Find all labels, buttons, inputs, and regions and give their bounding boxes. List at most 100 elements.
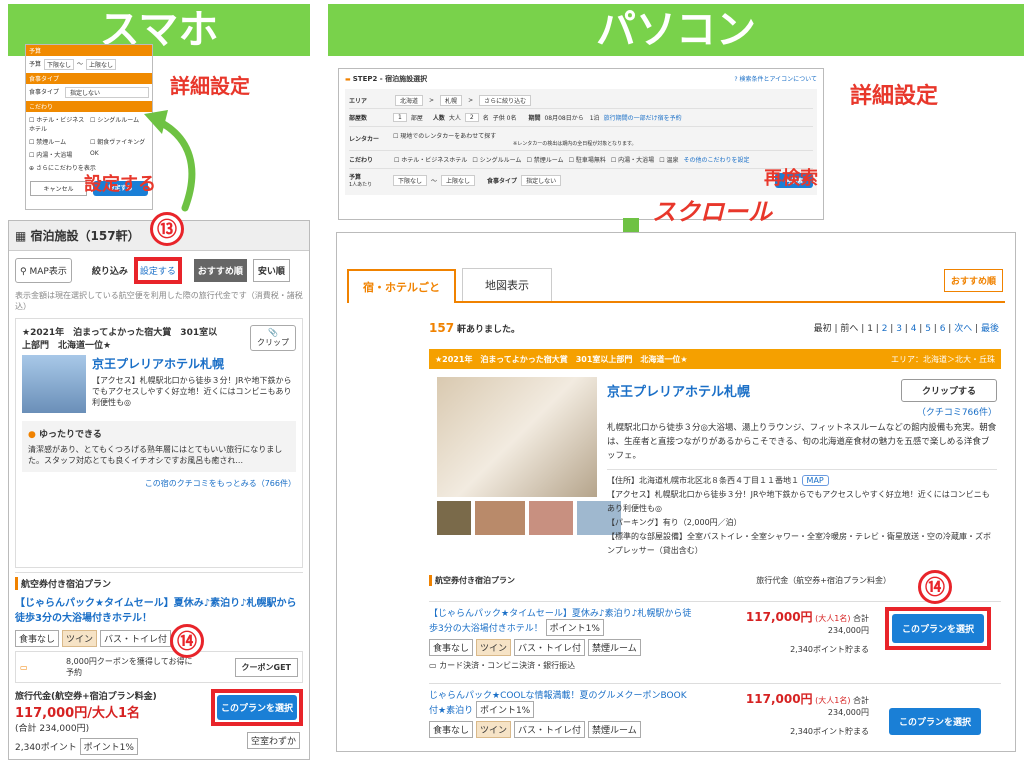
sort-recommended[interactable]: おすすめ順 [943, 269, 1003, 292]
area-select[interactable]: 札幌 [440, 95, 463, 106]
plan-per: (大人1名) [815, 696, 851, 705]
pager-last[interactable]: 最後 [981, 324, 999, 334]
pref-option[interactable]: ☐ 禁煙ルーム [29, 137, 88, 146]
step-14-badge-pc: ⑭ [918, 570, 952, 604]
sort-cheap[interactable]: 安い順 [252, 259, 290, 282]
adults-select[interactable]: 2 [464, 113, 479, 122]
rental-option-label: 現地でのレンタカーをあわせて探す [400, 132, 497, 140]
annot-scroll: スクロール [652, 198, 772, 226]
rooms-label: 部屋数 [349, 115, 368, 122]
pager-next[interactable]: 次へ [954, 324, 972, 334]
clip-button[interactable]: 📎 クリップ [250, 325, 296, 351]
tag: 食事なし [15, 630, 60, 647]
sort-recommended[interactable]: おすすめ順 [193, 259, 247, 282]
cancel-button[interactable]: キャンセル [30, 181, 87, 196]
hotel-thumbnails [437, 501, 621, 535]
pref-checkbox[interactable]: ☐ 温泉 [659, 155, 678, 164]
hotel-name-link[interactable]: 京王プレリアホテル札幌 [92, 355, 296, 372]
more-prefs-link[interactable]: その他のこだわりを設定 [684, 155, 750, 164]
rental-checkbox[interactable]: ☐ 現地でのレンタカーをあわせて探す [393, 133, 496, 140]
award-bar: ★2021年 泊まってよかった宿大賞 301室以上部門 北海道一位★ エリア：北… [429, 349, 1001, 369]
budget-max-select[interactable]: 上限なし [86, 59, 117, 70]
pager-page[interactable]: 5 [925, 324, 931, 334]
pref-option[interactable]: ☐ 内湯・大浴場 [29, 150, 88, 159]
clip-button[interactable]: クリップする [900, 379, 997, 402]
price-header: 旅行代金（航空券+宿泊プラン料金） [756, 576, 891, 585]
hotel-description: 札幌駅北口から徒歩３分◎大浴場、湯上りラウンジ、フィットネスルームなどの館内設備… [607, 423, 997, 461]
select-plan-button[interactable]: このプランを選択 [217, 695, 297, 720]
pref-checkbox-label: 内湯・大浴場 [618, 157, 655, 164]
budget-min-select[interactable]: 下限なし [393, 174, 428, 186]
pref-checkbox-label: ホテル・ビジネスホテル [401, 157, 468, 164]
pref-checkbox-label: シングルルーム [479, 157, 522, 164]
map-button-label: MAP表示 [29, 267, 67, 277]
hotel-description: 【アクセス】札幌駅北口から徒歩３分！JRや地下鉄からでもアクセスしやすく好立地！… [92, 376, 292, 407]
tab-hotel[interactable]: 宿・ホテルごと [347, 269, 456, 303]
map-button[interactable]: MAP [801, 475, 829, 486]
pager-page[interactable]: 6 [940, 324, 946, 334]
map-button[interactable]: ⚲ MAP表示 [15, 258, 72, 283]
pref-header: こだわり [26, 101, 152, 112]
period-link[interactable]: 旅行期間の一部だけ宿を予約 [604, 113, 682, 122]
child-count[interactable]: 子供 0名 [493, 113, 517, 122]
hotel-photo [22, 355, 86, 413]
pref-option[interactable]: ☐ ホテル・ビジネスホテル [29, 115, 88, 133]
plan-section-title: 航空券付き宿泊プラン [15, 577, 303, 590]
thumbnail[interactable] [437, 501, 471, 535]
rental-label: レンタカー [349, 136, 380, 143]
select-plan-button[interactable]: このプランを選択 [892, 614, 984, 643]
thumbnail[interactable] [475, 501, 525, 535]
pref-checkbox[interactable]: ☐ シングルルーム [472, 155, 521, 164]
address: 【住所】北海道札幌市北区北８条西４丁目１１番地１ [607, 476, 799, 485]
pref-checkbox[interactable]: ☐ 駐車場無料 [569, 155, 606, 164]
area-text: エリア：北海道＞北大・丘珠 [891, 354, 995, 364]
tab-map[interactable]: 地図表示 [462, 268, 552, 301]
budget-max-select[interactable]: 上限なし [441, 174, 476, 186]
pager-page[interactable]: 4 [911, 324, 917, 334]
pager-first[interactable]: 最初 [814, 324, 832, 334]
area-select[interactable]: さらに絞り込む [479, 95, 532, 106]
amenities: 【標準的な部屋設備】全室バストイレ・全室シャワー・全室冷暖房・テレビ・衛星放送・… [607, 532, 991, 555]
award-text: ★2021年 泊まってよかった宿大賞 301室以上部門 北海道一位★ [435, 354, 688, 364]
pager-prev[interactable]: 前へ [840, 324, 858, 334]
pref-checkbox[interactable]: ☐ 内湯・大浴場 [611, 155, 654, 164]
budget-min-select[interactable]: 下限なし [44, 59, 75, 70]
pref-option-label: 朝食ヴァイキング [97, 139, 146, 146]
coupon-get-button[interactable]: クーポンGET [234, 657, 298, 677]
budget-sub: 1人あたり [349, 182, 373, 188]
tag: ツイン [62, 630, 98, 647]
budget-sep: 〜 [77, 61, 84, 68]
hotel-name-link[interactable]: 京王プレリアホテル札幌 [607, 381, 750, 400]
area-sep: > [468, 97, 474, 104]
pc-list-panel: 宿・ホテルごと 地図表示 おすすめ順 157 軒ありました。 最初 | 前へ |… [336, 232, 1016, 752]
point-rate-tag: ポイント1% [79, 738, 138, 755]
step-13-badge: ⑬ [150, 212, 184, 246]
review-link[interactable]: （クチコミ766件） [607, 405, 997, 418]
plan-per: (大人1名) [815, 614, 851, 623]
pref-checkbox[interactable]: ☐ ホテル・ビジネスホテル [394, 155, 467, 164]
meal-label: 食事タイプ [29, 89, 60, 96]
meal-select[interactable]: 指定しない [521, 174, 562, 186]
plan-name-link[interactable]: じゃらんパック★COOLな情報満載！夏のグルメクーポンBOOK付★素泊り [429, 691, 687, 716]
area-select[interactable]: 北海道 [395, 95, 424, 106]
plan-name-link[interactable]: 【じゃらんパック★タイムセール】夏休み♪素泊り♪札幌駅から徒歩3分の大浴場付きホ… [15, 594, 303, 624]
pref-label: こだわり [349, 157, 374, 164]
review-link[interactable]: この宿のクチコミをもっとみる（766件） [22, 478, 296, 489]
plan-row: じゃらんパック★COOLな情報満載！夏のグルメクーポンBOOK付★素泊り ポイン… [429, 683, 1001, 743]
pc-header: パソコン [328, 4, 1024, 56]
pager-page[interactable]: 3 [896, 324, 902, 334]
help-link[interactable]: ? 検索条件とアイコンについて [734, 74, 817, 84]
pager-page[interactable]: 1 [867, 324, 873, 334]
filter-settings-button[interactable]: 設定する [133, 257, 182, 284]
hotel-card: ★2021年 泊まってよかった宿大賞 301室以上部門 北海道一位★ 📎 クリップ… [15, 318, 303, 568]
hotel-main-photo [437, 377, 597, 497]
rooms-select[interactable]: 1 [393, 113, 407, 122]
sp-list-title: 宿泊施設（157軒） [30, 229, 140, 243]
pref-checkbox[interactable]: ☐ 禁煙ルーム [526, 155, 563, 164]
thumbnail[interactable] [529, 501, 573, 535]
select-plan-button[interactable]: このプランを選択 [889, 708, 981, 735]
pager-page[interactable]: 2 [882, 324, 888, 334]
pref-option-label: シングルルーム [97, 117, 140, 124]
meal-select[interactable]: 指定しない [65, 87, 149, 98]
tag: 禁煙ルーム [588, 639, 641, 656]
